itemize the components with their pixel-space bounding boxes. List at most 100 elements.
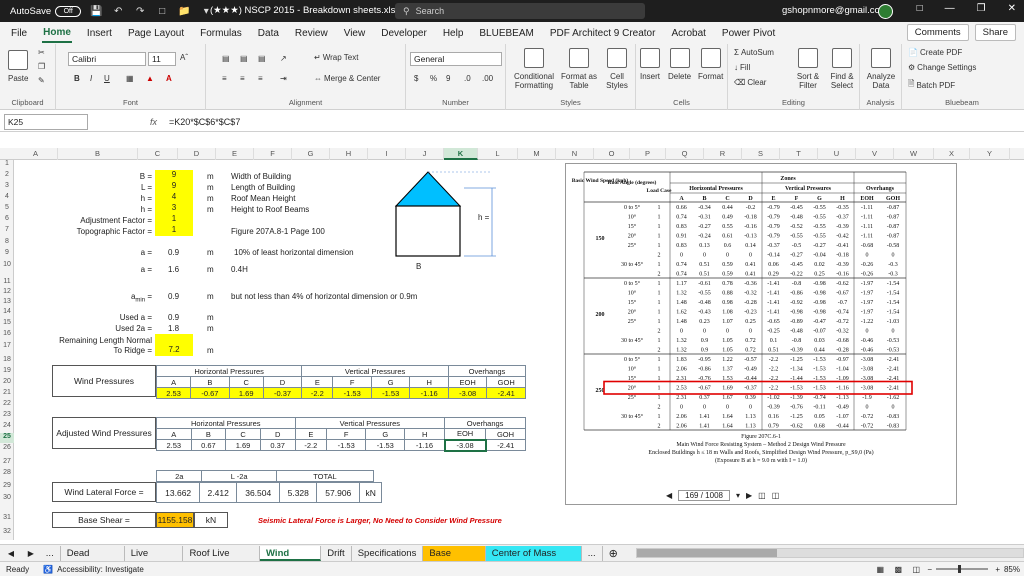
paste-button[interactable]: Paste xyxy=(8,50,28,83)
pressure-cell[interactable]: 0.37 xyxy=(259,439,296,451)
row-header-32[interactable]: 32 xyxy=(0,528,14,538)
share-button[interactable]: Share xyxy=(974,24,1016,41)
pressure-cell[interactable]: -3.08 xyxy=(447,387,488,399)
menu-view[interactable]: View xyxy=(343,25,367,42)
row-header-17[interactable]: 17 xyxy=(0,342,14,352)
scroll-tabs-left-icon[interactable]: ◀ xyxy=(0,549,22,558)
row-header-29[interactable]: 29 xyxy=(0,482,14,492)
new-file-icon[interactable]: □ xyxy=(155,4,169,18)
page-indicator[interactable]: 169 / 1008 xyxy=(678,490,730,501)
menu-help[interactable]: Help xyxy=(442,25,465,42)
pressure-cell[interactable]: -2.41 xyxy=(486,387,526,399)
used-a-value[interactable]: 0.9 xyxy=(168,313,179,322)
format-as-table-button[interactable]: Format as Table xyxy=(560,48,598,90)
row-header-6[interactable]: 6 xyxy=(0,215,14,225)
search-box[interactable]: ⚲ Search xyxy=(395,3,645,19)
dropdown-icon[interactable]: ▾ xyxy=(736,491,740,500)
undo-icon[interactable]: ↶ xyxy=(111,4,125,18)
pressure-cell[interactable]: -2.2 xyxy=(301,387,334,399)
pressure-cell[interactable]: 2.53 xyxy=(156,439,192,451)
tab-drift[interactable]: Drift xyxy=(321,545,352,561)
zoom-slider-thumb[interactable] xyxy=(958,565,961,573)
pressure-cell[interactable]: -2.41 xyxy=(485,439,526,451)
row-header-28[interactable]: 28 xyxy=(0,469,14,479)
formula-input[interactable]: =K20*$C$6*$C$7 xyxy=(169,117,240,127)
pressure-cell-selected[interactable]: -3.08 xyxy=(443,438,487,452)
format-button[interactable]: Format xyxy=(698,48,723,81)
grow-font-icon[interactable]: Aˆ xyxy=(180,53,188,62)
tab-dead-loads[interactable]: Dead Loads xyxy=(61,545,125,574)
column-header-s[interactable]: S xyxy=(742,148,780,160)
param-value-cell[interactable]: 9 xyxy=(155,181,193,192)
pressure-cell[interactable]: -1.53 xyxy=(332,387,372,399)
row-header-23[interactable]: 23 xyxy=(0,411,14,421)
column-header-w[interactable]: W xyxy=(894,148,934,160)
menu-power-pivot[interactable]: Power Pivot xyxy=(721,25,776,42)
amin-value[interactable]: 0.9 xyxy=(168,292,179,301)
force-cell[interactable]: 5.328 xyxy=(279,482,318,503)
force-cell[interactable]: 2.412 xyxy=(199,482,238,503)
row-header-1[interactable]: 1 xyxy=(0,160,14,170)
change-settings-button[interactable]: ⚙ Change Settings xyxy=(908,63,976,72)
menu-pdf-architect[interactable]: PDF Architect 9 Creator xyxy=(549,25,657,42)
menu-formulas[interactable]: Formulas xyxy=(199,25,243,42)
normal-view-icon[interactable]: ▦ xyxy=(876,565,884,574)
row-header-27[interactable]: 27 xyxy=(0,458,14,468)
row-header-20[interactable]: 20 xyxy=(0,378,14,388)
row-header-7[interactable]: 7 xyxy=(0,226,14,236)
comma-icon[interactable]: 9 xyxy=(446,74,450,83)
column-header-h[interactable]: H xyxy=(330,148,368,160)
ribbon-display-icon[interactable]: □ xyxy=(917,3,923,14)
column-header-b[interactable]: B xyxy=(58,148,138,160)
tab-base-shear[interactable]: Base Shear xyxy=(423,545,486,574)
horizontal-scrollbar[interactable] xyxy=(635,548,1024,558)
force-cell[interactable]: 13.662 xyxy=(155,482,201,503)
menu-bluebeam[interactable]: BLUEBEAM xyxy=(478,25,534,42)
menu-developer[interactable]: Developer xyxy=(380,25,428,42)
copy-icon[interactable]: ❐ xyxy=(38,62,45,71)
column-header-u[interactable]: U xyxy=(818,148,856,160)
column-header-r[interactable]: R xyxy=(704,148,742,160)
column-header-v[interactable]: V xyxy=(856,148,894,160)
row-header-22[interactable]: 22 xyxy=(0,400,14,410)
indent-icon[interactable]: ⇥ xyxy=(280,74,287,83)
accessibility-icon[interactable]: ♿ xyxy=(43,565,53,574)
zoom-out-icon[interactable]: − xyxy=(927,565,932,574)
column-header-a[interactable]: A xyxy=(14,148,58,160)
fx-icon[interactable]: fx xyxy=(150,117,157,127)
pressure-cell[interactable]: -1.53 xyxy=(365,439,406,451)
open-folder-icon[interactable]: 📁 xyxy=(177,4,191,18)
currency-icon[interactable]: $ xyxy=(414,74,418,83)
row-header-25[interactable]: 25 xyxy=(0,433,14,443)
row-header-31[interactable]: 31 xyxy=(0,514,14,524)
page-layout-view-icon[interactable]: ▩ xyxy=(894,565,902,574)
menu-acrobat[interactable]: Acrobat xyxy=(670,25,706,42)
increase-decimal-icon[interactable]: .0 xyxy=(464,74,471,83)
batch-pdf-button[interactable]: 🗎 Batch PDF xyxy=(908,78,955,92)
font-color-icon[interactable]: A xyxy=(166,74,172,83)
add-sheet-icon[interactable]: ⊕ xyxy=(609,547,618,560)
decrease-decimal-icon[interactable]: .00 xyxy=(482,74,493,83)
used-2a-value[interactable]: 1.8 xyxy=(168,324,179,333)
menu-file[interactable]: File xyxy=(10,25,28,42)
column-header-m[interactable]: M xyxy=(518,148,556,160)
accessibility-status[interactable]: Accessibility: Investigate xyxy=(57,565,144,574)
scrollbar-thumb[interactable] xyxy=(636,549,777,557)
column-header-j[interactable]: J xyxy=(406,148,444,160)
underline-icon[interactable]: U xyxy=(104,74,110,83)
column-header-t[interactable]: T xyxy=(780,148,818,160)
find-select-button[interactable]: Find & Select xyxy=(826,48,858,90)
row-header-3[interactable]: 3 xyxy=(0,182,14,192)
next-page-icon[interactable]: ▶ xyxy=(746,491,752,500)
zoom-in-icon[interactable]: + xyxy=(995,565,1000,574)
row-header-16[interactable]: 16 xyxy=(0,330,14,340)
pressure-cell[interactable]: -1.16 xyxy=(404,439,446,451)
row-header-8[interactable]: 8 xyxy=(0,238,14,248)
number-format-select[interactable]: General xyxy=(410,52,502,66)
base-shear-value[interactable]: 1155.158 xyxy=(156,512,194,528)
prev-page-icon[interactable]: ◀ xyxy=(666,491,672,500)
pressure-cell[interactable]: 0.67 xyxy=(190,439,227,451)
param-value-cell[interactable]: 3 xyxy=(155,203,193,214)
param-value-cell[interactable]: 1 xyxy=(155,214,193,225)
align-top-icon[interactable]: ▤ xyxy=(222,54,230,63)
